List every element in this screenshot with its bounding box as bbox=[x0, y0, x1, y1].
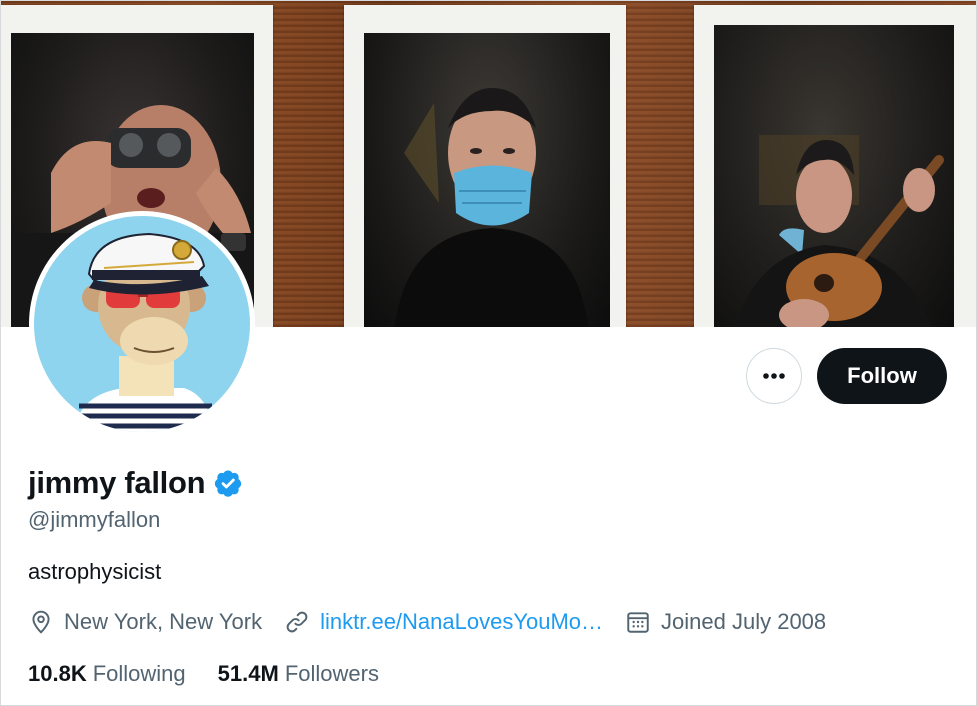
following-label: Following bbox=[92, 661, 186, 686]
profile-avatar[interactable] bbox=[29, 211, 255, 437]
more-dots-icon bbox=[763, 373, 785, 379]
location-item: New York, New York bbox=[28, 609, 262, 635]
location-text: New York, New York bbox=[64, 609, 263, 634]
joined-date: Joined July 2008 bbox=[661, 609, 827, 634]
username-handle: @jimmyfallon bbox=[28, 507, 161, 532]
followers-count: 51.4M bbox=[217, 661, 279, 686]
followers-link[interactable]: 51.4M Followers bbox=[218, 661, 379, 687]
website-link[interactable]: linktr.ee/NanaLovesYouMo… bbox=[320, 609, 603, 635]
display-name: jimmy fallon bbox=[28, 465, 206, 500]
following-link[interactable]: 10.8K Following bbox=[28, 661, 186, 687]
banner-polaroid-mask bbox=[344, 5, 626, 327]
follow-stats: 10.8K Following 51.4M Followers bbox=[28, 661, 411, 687]
following-count: 10.8K bbox=[28, 661, 87, 686]
verified-badge-icon[interactable] bbox=[213, 468, 243, 498]
avatar-image bbox=[34, 216, 250, 432]
profile-bio: astrophysicist bbox=[28, 559, 162, 584]
location-pin-icon bbox=[32, 610, 50, 634]
follow-button[interactable]: Follow bbox=[817, 348, 947, 404]
profile-meta: New York, New York linktr.ee/NanaLovesYo… bbox=[28, 609, 848, 635]
followers-label: Followers bbox=[284, 661, 379, 686]
calendar-icon bbox=[627, 612, 649, 633]
banner-polaroid-ukulele bbox=[694, 5, 976, 327]
more-options-button[interactable] bbox=[746, 348, 802, 404]
joined-item: Joined July 2008 bbox=[625, 609, 826, 635]
name-row: jimmy fallon bbox=[28, 465, 243, 501]
website-item[interactable]: linktr.ee/NanaLovesYouMo… bbox=[284, 609, 603, 635]
link-icon bbox=[286, 611, 308, 633]
profile-card: Follow jimmy fallon @jimmyfallon astroph… bbox=[0, 0, 977, 706]
banner-photo-mask bbox=[364, 33, 610, 327]
banner-photo-ukulele bbox=[714, 25, 954, 327]
